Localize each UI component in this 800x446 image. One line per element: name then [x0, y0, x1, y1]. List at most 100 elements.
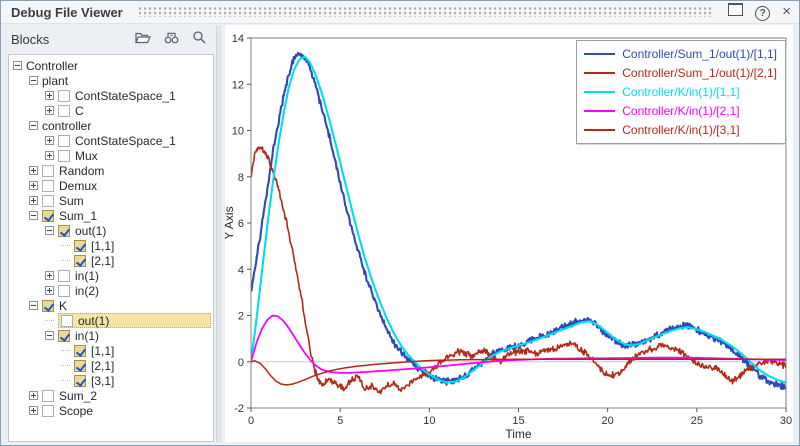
tree-item-label[interactable]: out(1) — [78, 314, 113, 328]
tree-item-label[interactable]: ContStateSpace_1 — [75, 134, 180, 148]
tree-item-label[interactable]: Demux — [59, 179, 101, 193]
tree-item-label[interactable]: in(1) — [75, 329, 103, 343]
checkbox-unchecked[interactable] — [61, 315, 73, 327]
checkbox-checked[interactable] — [74, 240, 86, 252]
tree-row[interactable]: in(1) — [9, 268, 213, 283]
tree-item-label[interactable]: out(1) — [75, 224, 110, 238]
tree-row[interactable]: [3,1] — [9, 373, 213, 388]
tree-row[interactable]: plant — [9, 73, 213, 88]
legend-item[interactable]: Controller/K/in(1)/[2,1] — [584, 101, 777, 120]
collapse-icon[interactable] — [45, 226, 54, 235]
tree-item-label[interactable]: [1,1] — [91, 239, 118, 253]
checkbox-checked[interactable] — [74, 255, 86, 267]
tree-row[interactable]: [1,1] — [9, 343, 213, 358]
tree-item-label[interactable]: Sum — [59, 194, 88, 208]
tree-item-label[interactable]: in(1) — [75, 269, 103, 283]
collapse-icon[interactable] — [29, 211, 38, 220]
checkbox-checked[interactable] — [58, 330, 70, 342]
tree-row[interactable]: Scope — [9, 403, 213, 418]
expand-icon[interactable] — [45, 136, 54, 145]
tree-item-label[interactable]: [3,1] — [91, 374, 118, 388]
expand-icon[interactable] — [29, 391, 38, 400]
checkbox-unchecked[interactable] — [42, 195, 54, 207]
close-button[interactable]: × — [782, 3, 791, 21]
checkbox-unchecked[interactable] — [58, 90, 70, 102]
tree-row[interactable]: Random — [9, 163, 213, 178]
collapse-icon[interactable] — [29, 121, 38, 130]
expand-icon[interactable] — [45, 91, 54, 100]
expand-icon[interactable] — [45, 271, 54, 280]
tree-item-label[interactable]: [2,1] — [91, 359, 118, 373]
checkbox-checked[interactable] — [58, 225, 70, 237]
tree-row[interactable]: [2,1] — [9, 358, 213, 373]
search-button[interactable] — [192, 30, 206, 49]
tree-item-label[interactable]: Sum_1 — [59, 209, 101, 223]
tree-row[interactable]: C — [9, 103, 213, 118]
tree-row[interactable]: [2,1] — [9, 253, 213, 268]
checkbox-unchecked[interactable] — [42, 180, 54, 192]
tree-item-label[interactable]: Mux — [75, 149, 102, 163]
tree-row[interactable]: controller — [9, 118, 213, 133]
tree-row[interactable]: out(1) — [9, 223, 213, 238]
tree-item-label[interactable]: in(2) — [75, 284, 103, 298]
expand-icon[interactable] — [29, 181, 38, 190]
titlebar[interactable]: Debug File Viewer ? × — [1, 1, 799, 24]
expand-icon[interactable] — [29, 196, 38, 205]
tree-item-label[interactable]: Scope — [59, 404, 97, 418]
checkbox-checked[interactable] — [42, 300, 54, 312]
tree-row[interactable]: Sum_1 — [9, 208, 213, 223]
checkbox-unchecked[interactable] — [42, 405, 54, 417]
tree-row[interactable]: Mux — [9, 148, 213, 163]
collapse-icon[interactable] — [13, 61, 22, 70]
collapse-icon[interactable] — [45, 331, 54, 340]
legend-item[interactable]: Controller/Sum_1/out(1)/[2,1] — [584, 63, 777, 82]
tree-item-label[interactable]: [1,1] — [91, 344, 118, 358]
tree-row[interactable]: Sum_2 — [9, 388, 213, 403]
expand-icon[interactable] — [29, 166, 38, 175]
checkbox-unchecked[interactable] — [58, 285, 70, 297]
expand-icon[interactable] — [29, 406, 38, 415]
tree-row[interactable]: in(1) — [9, 328, 213, 343]
tree-item-label[interactable]: Sum_2 — [59, 389, 101, 403]
titlebar-drag-handle[interactable] — [139, 7, 714, 17]
checkbox-unchecked[interactable] — [58, 105, 70, 117]
checkbox-checked[interactable] — [74, 345, 86, 357]
tree-row[interactable]: K — [9, 298, 213, 313]
open-file-button[interactable] — [135, 31, 151, 49]
collapse-icon[interactable] — [29, 76, 38, 85]
checkbox-unchecked[interactable] — [42, 165, 54, 177]
tree-item-label[interactable]: plant — [42, 74, 72, 88]
blocks-tree[interactable]: ControllerplantContStateSpace_1Ccontroll… — [8, 54, 214, 442]
find-button[interactable] — [164, 31, 179, 49]
checkbox-unchecked[interactable] — [58, 135, 70, 147]
tree-row[interactable]: ContStateSpace_1 — [9, 88, 213, 103]
tree-row[interactable]: ContStateSpace_1 — [9, 133, 213, 148]
tree-selection-highlight[interactable]: out(1) — [58, 313, 211, 328]
tree-row[interactable]: [1,1] — [9, 238, 213, 253]
tree-item-label[interactable]: [2,1] — [91, 254, 118, 268]
tree-item-label[interactable]: C — [75, 104, 88, 118]
tree-row[interactable]: Demux — [9, 178, 213, 193]
tree-item-label[interactable]: ContStateSpace_1 — [75, 89, 180, 103]
float-window-button[interactable] — [728, 3, 743, 21]
tree-item-label[interactable]: Controller — [26, 59, 82, 73]
checkbox-unchecked[interactable] — [42, 390, 54, 402]
checkbox-unchecked[interactable] — [58, 150, 70, 162]
legend-item[interactable]: Controller/Sum_1/out(1)/[1,1] — [584, 44, 777, 63]
tree-row[interactable]: out(1) — [9, 313, 213, 328]
expand-icon[interactable] — [45, 151, 54, 160]
panel-splitter[interactable] — [216, 25, 223, 442]
checkbox-checked[interactable] — [74, 360, 86, 372]
expand-icon[interactable] — [45, 286, 54, 295]
legend-item[interactable]: Controller/K/in(1)/[1,1] — [584, 82, 777, 101]
checkbox-unchecked[interactable] — [58, 270, 70, 282]
tree-item-label[interactable]: K — [59, 299, 71, 313]
expand-icon[interactable] — [45, 106, 54, 115]
collapse-icon[interactable] — [29, 301, 38, 310]
tree-item-label[interactable]: Random — [59, 164, 108, 178]
legend-item[interactable]: Controller/K/in(1)/[3,1] — [584, 120, 777, 139]
tree-item-label[interactable]: controller — [42, 119, 95, 133]
checkbox-checked[interactable] — [42, 210, 54, 222]
tree-row[interactable]: Controller — [9, 58, 213, 73]
tree-row[interactable]: Sum — [9, 193, 213, 208]
